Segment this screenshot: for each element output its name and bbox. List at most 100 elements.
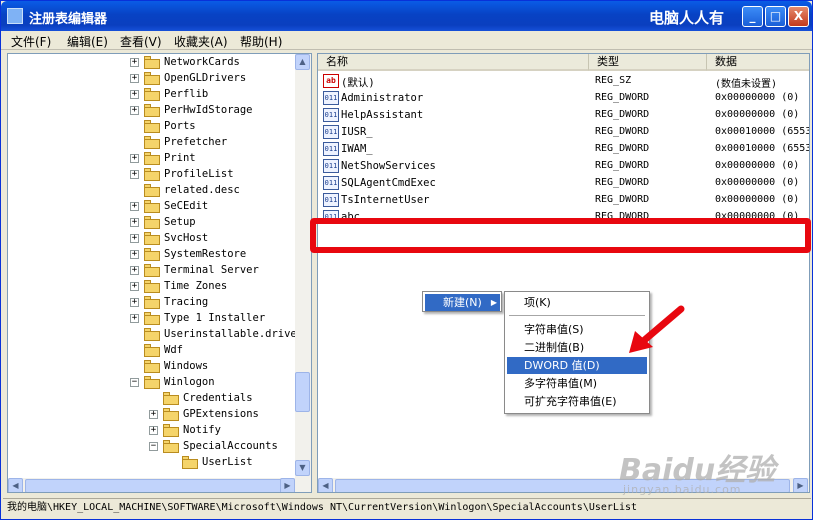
title-bar[interactable]: 注册表编辑器 电脑人人有 _ □ X: [1, 1, 812, 31]
values-scroll-left-button[interactable]: ◀: [318, 478, 333, 492]
folder-icon: [144, 72, 160, 85]
tree-item-label: Perflib: [164, 88, 209, 100]
folder-icon: [144, 344, 160, 357]
value-name: IUSR_: [341, 126, 373, 138]
tree-horizontal-scrollbar[interactable]: ◀ ▶: [8, 478, 311, 492]
expand-toggle-icon[interactable]: +: [130, 298, 139, 307]
key-tree-pane[interactable]: + NetworkCards + OpenGLDrivers + Perflib + PerH…: [7, 53, 312, 493]
folder-icon: [144, 88, 160, 101]
tree-item-label: Userinstallable.drivers: [164, 328, 310, 340]
status-bar-path: 我的电脑\HKEY_LOCAL_MACHINE\SOFTWARE\Microso…: [3, 498, 811, 517]
submenu-expandable-string-value[interactable]: 可扩充字符串值(E): [507, 393, 647, 410]
value-type: REG_DWORD: [595, 194, 650, 205]
expand-toggle-icon[interactable]: +: [130, 74, 139, 83]
title-brand-text: 电脑人人有: [649, 9, 725, 27]
value-row[interactable]: 011 SQLAgentCmdExec REG_DWORD 0x00000000 (0…: [318, 175, 809, 192]
collapse-toggle-icon[interactable]: −: [149, 442, 158, 451]
tree-item-label: Print: [164, 152, 196, 164]
values-scroll-right-button[interactable]: ▶: [793, 478, 808, 492]
tree-item-label: Terminal Server: [164, 264, 259, 276]
folder-icon: [144, 296, 160, 309]
folder-icon: [163, 392, 179, 405]
tree-item-label: related.desc: [164, 184, 240, 196]
tree-item-label: SeCEdit: [164, 200, 209, 212]
expand-toggle-icon[interactable]: +: [130, 218, 139, 227]
expand-toggle-icon[interactable]: +: [130, 90, 139, 99]
minimize-button[interactable]: _: [742, 6, 763, 27]
expand-toggle-icon[interactable]: +: [149, 410, 158, 419]
expand-toggle-icon[interactable]: +: [130, 202, 139, 211]
tree-item-label: ProfileList: [164, 168, 234, 180]
tree-scroll-right-button[interactable]: ▶: [280, 478, 295, 492]
expand-toggle-icon[interactable]: +: [130, 314, 139, 323]
dword-value-icon: 011: [323, 91, 339, 105]
tree-item-label: Prefetcher: [164, 136, 228, 148]
folder-icon: [144, 216, 160, 229]
expand-toggle-icon[interactable]: +: [130, 250, 139, 259]
context-menu-new[interactable]: 新建(N) ▶: [425, 294, 500, 311]
value-row[interactable]: 011 TsInternetUser REG_DWORD 0x00000000 (0): [318, 192, 809, 209]
dword-value-icon: 011: [323, 193, 339, 207]
value-type: REG_DWORD: [595, 177, 650, 188]
tree-item-label: Wdf: [164, 344, 183, 356]
tree-vertical-scrollbar[interactable]: ▲ ▼: [295, 54, 311, 478]
tree-scroll-up-button[interactable]: ▲: [295, 54, 310, 70]
menu-view[interactable]: 查看(V): [120, 33, 162, 50]
collapse-toggle-icon[interactable]: −: [130, 378, 139, 387]
value-name: NetShowServices: [341, 160, 436, 172]
folder-icon: [144, 168, 160, 181]
value-row[interactable]: 011 IWAM_ REG_DWORD 0x00010000 (6553: [318, 141, 810, 158]
tree-item-label: NetworkCards: [164, 56, 240, 68]
submenu-arrow-icon: ▶: [490, 298, 497, 307]
tree-item-label: SpecialAccounts: [183, 440, 278, 452]
expand-toggle-icon[interactable]: +: [130, 154, 139, 163]
column-header-type[interactable]: 类型: [589, 54, 707, 71]
menu-file[interactable]: 文件(F): [11, 33, 51, 50]
column-header-data[interactable]: 数据: [707, 54, 809, 71]
expand-toggle-icon[interactable]: +: [130, 234, 139, 243]
menu-favorites[interactable]: 收藏夹(A): [174, 33, 228, 50]
menu-help[interactable]: 帮助(H): [240, 33, 282, 50]
folder-icon: [163, 440, 179, 453]
values-pane[interactable]: 名称 类型 数据 ab (默认) REG_SZ (数值未设置) 011 Administr…: [317, 53, 810, 493]
value-row[interactable]: 011 HelpAssistant REG_DWORD 0x00000000 (0): [318, 107, 809, 124]
value-type: REG_SZ: [595, 75, 632, 86]
value-data: 0x00000000 (0): [715, 160, 800, 171]
tree-scroll-down-button[interactable]: ▼: [295, 460, 310, 476]
tree-hscroll-thumb[interactable]: [25, 479, 283, 492]
value-row[interactable]: 011 IUSR_ REG_DWORD 0x00010000 (6553: [318, 124, 810, 141]
value-data: 0x00010000 (6553: [715, 143, 810, 154]
expand-toggle-icon[interactable]: +: [149, 426, 158, 435]
tree-item-label: Windows: [164, 360, 209, 372]
submenu-multi-string-value[interactable]: 多字符串值(M): [507, 375, 647, 392]
tree-item-label: Winlogon: [164, 376, 215, 388]
menu-edit[interactable]: 编辑(E): [67, 33, 108, 50]
dword-value-icon: 011: [323, 176, 339, 190]
value-name: HelpAssistant: [341, 109, 424, 121]
tree-scroll-thumb[interactable]: [295, 372, 310, 412]
value-data: 0x00000000 (0): [715, 109, 800, 120]
expand-toggle-icon[interactable]: +: [130, 106, 139, 115]
folder-icon: [144, 200, 160, 213]
value-data: (数值未设置): [715, 79, 778, 90]
value-name: IWAM_: [341, 143, 373, 155]
maximize-button[interactable]: □: [765, 6, 786, 27]
expand-toggle-icon[interactable]: +: [130, 282, 139, 291]
tree-item-label: Notify: [183, 424, 221, 436]
value-row[interactable]: 011 NetShowServices REG_DWORD 0x00000000 (0…: [318, 158, 809, 175]
column-header-name[interactable]: 名称: [318, 54, 589, 71]
value-data: 0x00010000 (6553: [715, 126, 810, 137]
dword-value-icon: 011: [323, 142, 339, 156]
expand-toggle-icon[interactable]: +: [130, 170, 139, 179]
menu-bar: 文件(F) 编辑(E) 查看(V) 收藏夹(A) 帮助(H): [1, 31, 812, 50]
value-row[interactable]: 011 Administrator REG_DWORD 0x00000000 (0): [318, 90, 809, 107]
expand-toggle-icon[interactable]: +: [130, 266, 139, 275]
expand-toggle-icon[interactable]: +: [130, 58, 139, 67]
close-button[interactable]: X: [788, 6, 809, 27]
tree-item-label: Credentials: [183, 392, 253, 404]
tree-scroll-left-button[interactable]: ◀: [8, 478, 23, 492]
tree-item-label: Ports: [164, 120, 196, 132]
value-name: TsInternetUser: [341, 194, 430, 206]
value-row[interactable]: ab (默认) REG_SZ (数值未设置): [318, 73, 809, 90]
dword-value-icon: 011: [323, 108, 339, 122]
